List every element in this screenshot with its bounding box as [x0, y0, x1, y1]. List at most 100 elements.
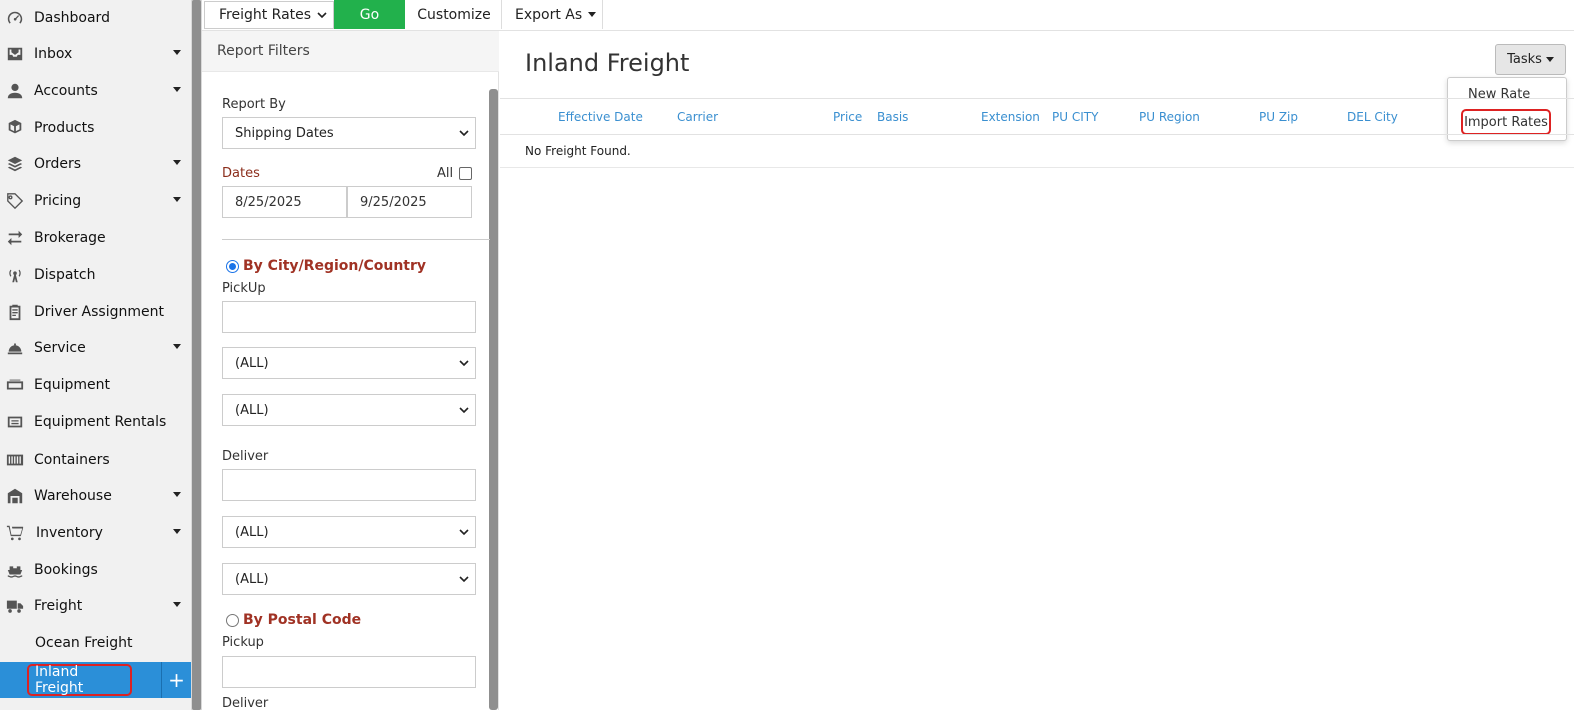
chevron-down-icon: [173, 602, 181, 607]
deliver-city-input[interactable]: [222, 469, 476, 501]
sidebar-item-inbox[interactable]: Inbox: [0, 36, 191, 72]
deliver-region-value: (ALL): [235, 524, 269, 540]
chevron-down-icon: [173, 160, 181, 165]
report-by-select[interactable]: Shipping Dates: [222, 117, 476, 149]
customize-button[interactable]: Customize: [407, 0, 502, 29]
report-filters-header: Report Filters: [202, 31, 499, 72]
chevron-down-icon: [173, 50, 181, 55]
sidebar-item-warehouse[interactable]: Warehouse: [0, 478, 191, 514]
deliver-label: Deliver: [222, 449, 269, 464]
container-icon: [2, 450, 28, 470]
sidebar-item-pricing[interactable]: Pricing: [0, 183, 191, 219]
add-inland-freight-button[interactable]: +: [161, 662, 191, 698]
sidebar: Dashboard Inbox Accounts Products Orders…: [0, 0, 191, 710]
sidebar-item-label: Dispatch: [34, 267, 96, 283]
filters-divider: [222, 239, 490, 240]
column-header-pu-region[interactable]: PU Region: [1139, 110, 1200, 124]
column-header-pu-zip[interactable]: PU Zip: [1259, 110, 1298, 124]
sidebar-item-orders[interactable]: Orders: [0, 146, 191, 182]
sidebar-item-label: Dashboard: [34, 10, 110, 26]
chevron-down-icon: [459, 130, 469, 137]
sidebar-item-label: Driver Assignment: [34, 304, 164, 320]
empty-message: No Freight Found.: [525, 144, 631, 158]
column-header-pu-city[interactable]: PU CITY: [1052, 110, 1098, 124]
postal-pickup-input[interactable]: [222, 656, 476, 688]
sidebar-subitem-inland-freight[interactable]: Inland Freight +: [0, 662, 191, 698]
inbox-icon: [2, 44, 28, 64]
by-postal-label: By Postal Code: [243, 612, 362, 628]
report-by-label: Report By: [222, 97, 286, 112]
sidebar-item-label: Service: [34, 340, 86, 356]
by-postal-radio[interactable]: [226, 613, 239, 627]
deliver-country-select[interactable]: (ALL): [222, 563, 476, 595]
cart-icon: [2, 523, 28, 543]
go-button[interactable]: Go: [334, 0, 405, 29]
sidebar-item-label: Equipment Rentals: [34, 414, 167, 430]
ship-icon: [2, 560, 28, 580]
all-dates-checkbox[interactable]: [459, 167, 472, 180]
sidebar-item-label: Inbox: [34, 46, 73, 62]
date-from-input[interactable]: 8/25/2025: [222, 186, 347, 218]
sidebar-subitem-ocean-freight[interactable]: Ocean Freight: [0, 625, 191, 661]
pickup-region-select[interactable]: (ALL): [222, 347, 476, 379]
chevron-down-icon: [173, 87, 181, 92]
postal-pickup-label: Pickup: [222, 635, 264, 650]
chevron-down-icon: [459, 576, 469, 583]
report-type-value: Freight Rates: [219, 7, 312, 23]
pickup-label: PickUp: [222, 281, 266, 296]
chevron-down-icon: [317, 12, 327, 19]
user-icon: [2, 81, 28, 101]
sidebar-item-bookings[interactable]: Bookings: [0, 552, 191, 588]
sidebar-item-equipment[interactable]: Equipment: [0, 367, 191, 403]
report-filters-panel: Report Filters Report By Shipping Dates …: [202, 31, 499, 710]
column-header-basis[interactable]: Basis: [877, 110, 908, 124]
sidebar-item-driver-assignment[interactable]: Driver Assignment: [0, 294, 191, 330]
export-as-button[interactable]: Export As: [503, 0, 603, 29]
column-header-effective-date[interactable]: Effective Date: [558, 110, 643, 124]
date-to-input[interactable]: 9/25/2025: [347, 186, 472, 218]
chevron-down-icon: [173, 529, 181, 534]
sidebar-item-inventory[interactable]: Inventory: [0, 515, 191, 551]
sidebar-subitem-label: Ocean Freight: [35, 635, 133, 651]
by-postal-code-option[interactable]: By Postal Code: [226, 612, 361, 628]
sidebar-scrollbar[interactable]: [191, 0, 202, 710]
sidebar-item-brokerage[interactable]: Brokerage: [0, 220, 191, 256]
tasks-label: Tasks: [1507, 52, 1542, 67]
report-toolbar: Freight Rates Go Customize Export As: [202, 0, 1574, 31]
column-header-extension[interactable]: Extension: [981, 110, 1040, 124]
dashboard-icon: [2, 8, 28, 28]
pickup-country-select[interactable]: (ALL): [222, 394, 476, 426]
sidebar-item-containers[interactable]: Containers: [0, 442, 191, 478]
tasks-button[interactable]: Tasks: [1495, 44, 1566, 75]
sidebar-scrollbar-thumb[interactable]: [192, 0, 201, 710]
equipment-icon: [2, 375, 28, 395]
deliver-region-select[interactable]: (ALL): [222, 516, 476, 548]
sidebar-item-service[interactable]: Service: [0, 330, 191, 366]
exchange-icon: [2, 228, 28, 248]
column-header-price[interactable]: Price: [833, 110, 862, 124]
sidebar-item-products[interactable]: Products: [0, 110, 191, 146]
sidebar-item-dispatch[interactable]: Dispatch: [0, 257, 191, 293]
sidebar-item-dashboard[interactable]: Dashboard: [0, 0, 191, 36]
sidebar-item-label: Freight: [34, 598, 83, 614]
sidebar-item-label: Accounts: [34, 83, 98, 99]
filters-scrollbar[interactable]: [489, 89, 498, 710]
report-type-select[interactable]: Freight Rates: [204, 1, 334, 29]
sidebar-item-freight[interactable]: Freight: [0, 588, 191, 624]
pickup-country-value: (ALL): [235, 402, 269, 418]
sidebar-item-label: Brokerage: [34, 230, 106, 246]
by-city-region-country-option[interactable]: By City/Region/Country: [226, 258, 426, 274]
sidebar-item-equipment-rentals[interactable]: Equipment Rentals: [0, 404, 191, 440]
chevron-down-icon: [173, 197, 181, 202]
sidebar-item-accounts[interactable]: Accounts: [0, 73, 191, 109]
column-header-carrier[interactable]: Carrier: [677, 110, 718, 124]
column-header-del-city[interactable]: DEL City: [1347, 110, 1398, 124]
by-city-radio[interactable]: [226, 259, 239, 273]
all-dates-label: All: [437, 166, 454, 181]
sidebar-item-label: Pricing: [34, 193, 82, 209]
sidebar-item-label: Containers: [34, 452, 110, 468]
date-to-value: 9/25/2025: [360, 194, 427, 210]
pickup-city-input[interactable]: [222, 301, 476, 333]
dates-label: Dates: [222, 166, 260, 181]
chevron-down-icon: [173, 492, 181, 497]
